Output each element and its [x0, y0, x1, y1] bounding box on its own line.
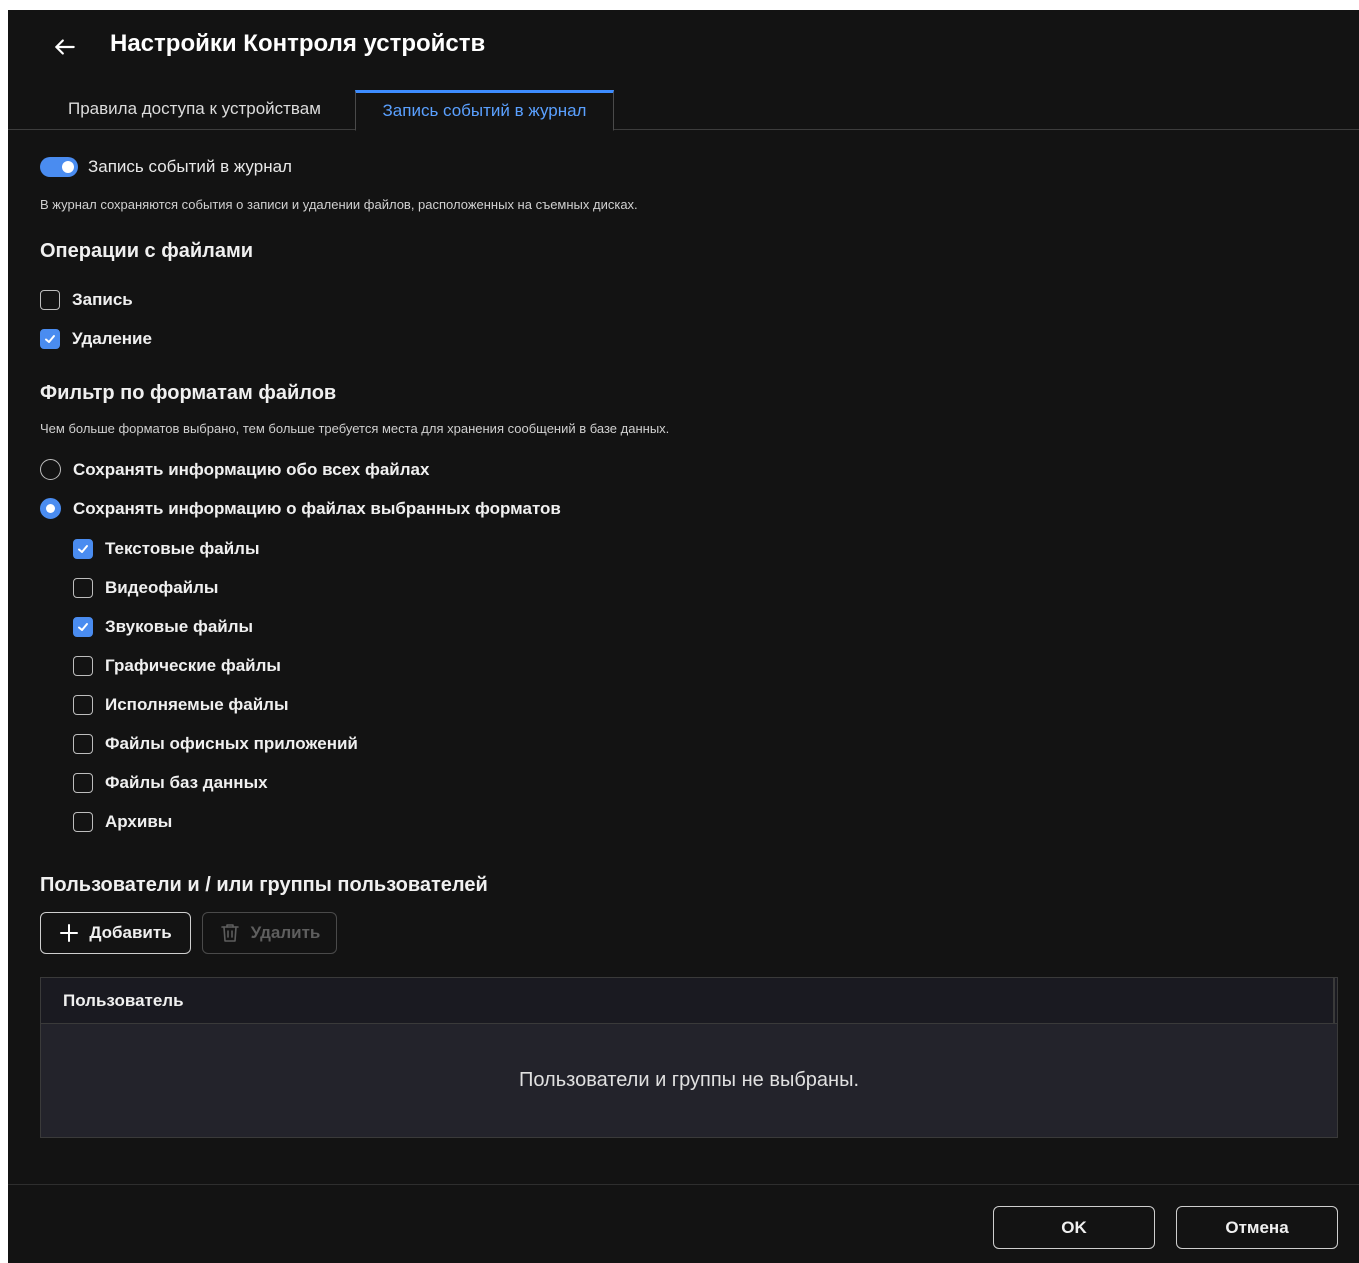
tab-event-logging[interactable]: Запись событий в журнал — [355, 90, 614, 131]
graphics-files-checkbox[interactable] — [73, 656, 93, 676]
users-table: Пользователь Пользователи и группы не вы… — [40, 977, 1338, 1138]
radio-row-selected-formats[interactable]: Сохранять информацию о файлах выбранных … — [40, 498, 561, 519]
selected-formats-radio[interactable] — [40, 498, 61, 519]
format-row-graphics[interactable]: Графические файлы — [73, 656, 281, 676]
database-files-label: Файлы баз данных — [105, 773, 268, 792]
text-files-label: Текстовые файлы — [105, 539, 260, 558]
delete-label: Удаление — [72, 329, 152, 348]
delete-checkbox[interactable] — [40, 329, 60, 349]
checkmark-icon — [78, 623, 88, 631]
audio-files-checkbox[interactable] — [73, 617, 93, 637]
delete-button-label: Удалить — [250, 923, 321, 942]
format-row-archives[interactable]: Архивы — [73, 812, 172, 832]
logging-toggle[interactable] — [40, 157, 78, 177]
add-button-label: Добавить — [89, 923, 172, 942]
graphics-files-label: Графические файлы — [105, 656, 281, 675]
write-label: Запись — [72, 290, 133, 309]
users-table-header: Пользователь — [41, 978, 1337, 1024]
video-files-checkbox[interactable] — [73, 578, 93, 598]
arrow-left-icon — [55, 39, 75, 55]
all-files-label: Сохранять информацию обо всех файлах — [73, 459, 430, 479]
format-row-video[interactable]: Видеофайлы — [73, 578, 218, 598]
checkmark-icon — [78, 545, 88, 553]
file-operations-title: Операции с файлами — [40, 240, 254, 262]
database-files-checkbox[interactable] — [73, 773, 93, 793]
checkbox-row-delete[interactable]: Удаление — [40, 329, 152, 349]
format-filter-description: Чем больше форматов выбрано, тем больше … — [40, 421, 670, 436]
column-resize-handle[interactable] — [1333, 978, 1335, 1024]
logging-toggle-label: Запись событий в журнал — [88, 157, 292, 176]
format-row-executable[interactable]: Исполняемые файлы — [73, 695, 289, 715]
users-table-empty-message: Пользователи и группы не выбраны. — [518, 1069, 859, 1091]
format-filter-title: Фильтр по форматам файлов — [40, 382, 337, 404]
column-header-user[interactable]: Пользователь — [63, 991, 184, 1011]
tab-bar: Правила доступа к устройствам Запись соб… — [8, 89, 1359, 131]
selected-formats-label: Сохранять информацию о файлах выбранных … — [73, 498, 561, 518]
checkmark-icon — [45, 335, 55, 343]
executable-files-label: Исполняемые файлы — [105, 695, 289, 714]
write-checkbox[interactable] — [40, 290, 60, 310]
add-button[interactable]: Добавить — [40, 912, 191, 954]
checkbox-row-write[interactable]: Запись — [40, 290, 133, 310]
plus-icon — [60, 924, 79, 942]
archives-checkbox[interactable] — [73, 812, 93, 832]
audio-files-label: Звуковые файлы — [105, 617, 254, 636]
footer: OK Отмена — [8, 1184, 1359, 1263]
archives-label: Архивы — [105, 812, 173, 831]
logging-description: В журнал сохраняются события о записи и … — [40, 197, 638, 212]
page-title: Настройки Контроля устройств — [110, 30, 486, 57]
delete-button[interactable]: Удалить — [202, 912, 337, 954]
cancel-button[interactable]: Отмена — [1176, 1206, 1338, 1249]
office-files-checkbox[interactable] — [73, 734, 93, 754]
text-files-checkbox[interactable] — [73, 539, 93, 559]
radio-row-all-files[interactable]: Сохранять информацию обо всех файлах — [40, 459, 429, 480]
ok-button[interactable]: OK — [993, 1206, 1155, 1249]
all-files-radio[interactable] — [40, 459, 61, 480]
trash-icon — [220, 924, 239, 942]
tab-device-access-rules[interactable]: Правила доступа к устройствам — [54, 89, 335, 129]
format-row-text[interactable]: Текстовые файлы — [73, 539, 259, 559]
video-files-label: Видеофайлы — [105, 578, 219, 597]
back-button[interactable] — [52, 30, 82, 60]
settings-window: Настройки Контроля устройств Правила дос… — [8, 10, 1359, 1263]
executable-files-checkbox[interactable] — [73, 695, 93, 715]
office-files-label: Файлы офисных приложений — [105, 734, 358, 753]
users-section-title: Пользователи и / или группы пользователе… — [40, 874, 488, 896]
format-row-office[interactable]: Файлы офисных приложений — [73, 734, 358, 754]
format-row-audio[interactable]: Звуковые файлы — [73, 617, 253, 637]
header: Настройки Контроля устройств — [8, 10, 1359, 82]
format-row-database[interactable]: Файлы баз данных — [73, 773, 268, 793]
